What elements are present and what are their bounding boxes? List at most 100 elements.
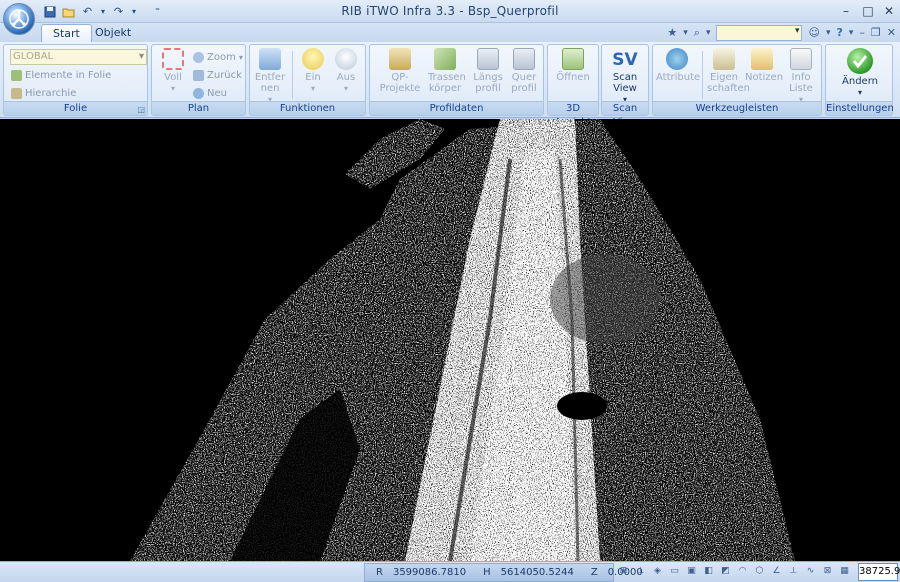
- qp-projects-icon: [389, 48, 411, 70]
- attributes-icon: [666, 48, 688, 70]
- group-label-scan-view: Scan View: [602, 101, 648, 128]
- scale-value[interactable]: 38725.9: [858, 563, 900, 581]
- find-dropdown-icon[interactable]: ▾: [706, 28, 711, 38]
- snap-center-icon[interactable]: ◧: [701, 564, 716, 579]
- separator: [702, 51, 703, 99]
- ortho-icon[interactable]: ⊥: [633, 564, 648, 579]
- ribbon-close-icon[interactable]: ✕: [887, 26, 896, 39]
- group-label-3d-ansicht: 3D Ansicht: [548, 101, 598, 128]
- app-logo-icon: [9, 9, 29, 29]
- arc-icon[interactable]: ◠: [735, 564, 750, 579]
- notizen-label: Notizen: [745, 72, 784, 83]
- laengsprofil-button[interactable]: Längs profil: [471, 48, 505, 94]
- scan-view-label: Scan View: [612, 72, 638, 94]
- aendern-button[interactable]: Ändern ▾: [840, 48, 880, 98]
- zurueck-button[interactable]: Zurück: [193, 68, 242, 83]
- angle-icon[interactable]: ∠: [769, 564, 784, 579]
- ein-label: Ein: [305, 72, 321, 83]
- grid-snap-icon[interactable]: ⊞: [616, 564, 631, 579]
- group-folie: GLOBAL Elemente in Folie Hierarchie Foli…: [3, 44, 148, 116]
- attribute-label: Attribute: [656, 72, 701, 83]
- neu-button[interactable]: Neu: [193, 86, 227, 101]
- longitudinal-profile-icon: [477, 48, 499, 70]
- group-label-profildaten: Profildaten: [370, 101, 543, 115]
- entfernen-label: Entfer nen: [254, 72, 286, 94]
- help-dropdown-icon[interactable]: ▾: [849, 28, 854, 38]
- zoom-label: Zoom: [207, 52, 236, 63]
- attribute-button[interactable]: Attribute: [656, 48, 701, 83]
- scan-view-button[interactable]: SV Scan View ▾: [608, 48, 642, 105]
- ein-button[interactable]: Ein ▾: [296, 48, 330, 94]
- aendern-dropdown-icon: ▾: [857, 88, 862, 97]
- snap-mid-icon[interactable]: ▣: [684, 564, 699, 579]
- laengsprofil-label: Längs profil: [473, 72, 503, 94]
- aus-button[interactable]: Aus ▾: [329, 48, 363, 94]
- group-einstellungen: Ändern ▾ Einstellungen: [825, 44, 894, 116]
- zoom-icon: [193, 52, 204, 63]
- user-icon[interactable]: ☺: [808, 26, 819, 39]
- star-icon[interactable]: ★: [667, 26, 677, 39]
- ribbon-minimize-icon[interactable]: –: [859, 26, 865, 39]
- layer-icon[interactable]: ◩: [718, 564, 733, 579]
- oeffnen-button[interactable]: Öffnen: [556, 48, 590, 83]
- user-dropdown-icon[interactable]: ▾: [826, 28, 831, 38]
- zoom-button[interactable]: Zoom ▾: [193, 50, 243, 65]
- zoom-extents-icon: [162, 48, 184, 70]
- point-cloud-render: [130, 119, 795, 561]
- coordinate-readout: R 3599086.7810 H 5614050.5244 Z 0.0000: [364, 563, 643, 582]
- snap-point-icon[interactable]: ◈: [650, 564, 665, 579]
- minimize-button[interactable]: –: [836, 3, 856, 19]
- entfernen-button[interactable]: Entfer nen ▾: [253, 48, 287, 105]
- folie-select[interactable]: GLOBAL: [10, 49, 147, 65]
- trassenkoerper-button[interactable]: Trassen körper: [428, 48, 466, 94]
- scan-view-icon: SV: [612, 50, 638, 70]
- polygon-icon[interactable]: ⬡: [752, 564, 767, 579]
- tab-objekt[interactable]: Objekt: [84, 24, 142, 42]
- eigenschaften-label: Eigen schaften: [707, 72, 750, 94]
- notizen-button[interactable]: Notizen: [745, 48, 784, 83]
- group-plan: Voll ▾ Zoom ▾ Zurück Neu Plan: [151, 44, 246, 116]
- aendern-label: Ändern: [842, 76, 878, 87]
- aus-dropdown-icon: ▾: [343, 84, 348, 93]
- eigenschaften-button[interactable]: Eigen schaften: [707, 48, 750, 94]
- info-list-icon: [790, 48, 812, 70]
- lock-icon[interactable]: ⊠: [820, 564, 835, 579]
- querprofil-button[interactable]: Quer profil: [507, 48, 541, 94]
- group-funktionen: Entfer nen ▾ Ein ▾ Aus ▾ Funktionen: [249, 44, 366, 116]
- qp-projekte-button[interactable]: QP-Projekte: [374, 48, 426, 94]
- refresh-icon: [193, 88, 204, 99]
- road-body-icon: [434, 48, 456, 70]
- measure-icon[interactable]: ⟂: [786, 564, 801, 579]
- group-profildaten: QP-Projekte Trassen körper Längs profil …: [369, 44, 544, 116]
- ribbon-restore-icon[interactable]: ❐: [871, 26, 881, 39]
- coord-r-key: R: [376, 567, 383, 578]
- table-icon[interactable]: ▦: [837, 564, 852, 579]
- close-button[interactable]: ✕: [879, 3, 899, 19]
- hierarchie-button[interactable]: Hierarchie: [11, 86, 76, 101]
- status-bar: R 3599086.7810 H 5614050.5244 Z 0.0000 ⊞…: [0, 561, 900, 582]
- elemente-in-folie-button[interactable]: Elemente in Folie: [11, 68, 111, 83]
- checkmark-icon: [847, 48, 873, 74]
- dialog-launcher-icon[interactable]: ◲: [137, 105, 145, 114]
- separator: [292, 51, 293, 99]
- coord-z-key: Z: [590, 567, 598, 578]
- snap-line-icon[interactable]: ▭: [667, 564, 682, 579]
- find-icon[interactable]: ⌕: [694, 26, 700, 40]
- point-cloud-viewport[interactable]: [0, 119, 900, 561]
- status-icon-strip: ⊞ ⊥ ◈ ▭ ▣ ◧ ◩ ◠ ⬡ ∠ ⟂ ∿ ⊠ ▦: [616, 564, 852, 581]
- properties-icon: [713, 48, 735, 70]
- star-dropdown-icon[interactable]: ▾: [683, 28, 688, 38]
- elemente-in-folie-label: Elemente in Folie: [25, 70, 112, 81]
- neu-label: Neu: [207, 88, 227, 99]
- hierarchie-label: Hierarchie: [25, 88, 77, 99]
- group-label-einstellungen: Einstellungen: [826, 101, 894, 115]
- group-scan-view: SV Scan View ▾ Scan View: [601, 44, 649, 128]
- application-menu-button[interactable]: [3, 3, 35, 35]
- search-combobox[interactable]: [716, 24, 803, 41]
- curve-icon[interactable]: ∿: [803, 564, 818, 579]
- maximize-button[interactable]: □: [858, 3, 878, 19]
- voll-button[interactable]: Voll ▾: [156, 48, 190, 94]
- ribbon-tab-row: Start Objekt ★ ▾ ⌕ ▾ ☺ ▾ ? ▾ – ❐ ✕: [0, 23, 900, 42]
- help-icon[interactable]: ?: [836, 26, 842, 39]
- info-liste-button[interactable]: Info Liste ▾: [784, 48, 818, 105]
